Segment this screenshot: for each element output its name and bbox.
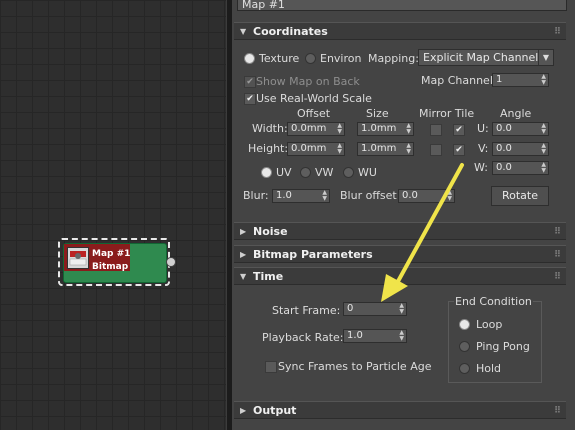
chevron-down-icon: ▼ [538,50,553,65]
start-frame-label: Start Frame: [272,304,341,317]
spinner-arrows-icon: ▲ ▼ [447,189,452,202]
spinner-arrows-icon: ▲ ▼ [541,142,546,155]
spinner-arrows-icon: ▲ ▼ [337,122,342,135]
vw-label: VW [315,166,334,179]
height-size-spinner[interactable]: 1.0mm ▲ ▼ [357,142,414,156]
grip-icon: ⠿ [553,250,561,260]
loop-label: Loop [476,318,503,331]
grip-icon: ⠿ [553,406,561,416]
map-channel-spinner[interactable]: 1 ▲ ▼ [492,73,549,87]
uv-radio[interactable] [261,167,272,178]
expand-triangle-icon: ▶ [240,406,247,415]
playback-rate-spinner[interactable]: 1.0 ▲ ▼ [343,329,407,343]
rollout-coordinates[interactable]: ▼ Coordinates ⠿ [234,22,566,40]
expand-triangle-icon: ▶ [240,250,247,259]
show-map-on-back-label: Show Map on Back [256,75,360,88]
rollout-time[interactable]: ▼ Time ⠿ [234,267,566,285]
mapping-dropdown[interactable]: Explicit Map Channel ▼ [418,49,554,66]
height-label: Height: [248,142,289,155]
sync-frames-checkbox[interactable] [265,361,277,373]
uv-label: UV [276,166,292,179]
node-editor-canvas[interactable] [0,0,226,430]
w-angle-spinner[interactable]: 0.0 ▲ ▼ [492,161,549,175]
use-real-world-scale-checkbox[interactable]: ✔ [244,93,256,105]
blur-offset-spinner[interactable]: 0.0 ▲ ▼ [398,189,455,203]
blur-spinner[interactable]: 1.0 ▲ ▼ [272,189,330,203]
spinner-arrows-icon: ▲ ▼ [541,122,546,135]
spinner-arrows-icon: ▲ ▼ [406,122,411,135]
offset-column-header: Offset [297,107,331,120]
grip-icon: ⠿ [553,272,561,282]
blur-label: Blur: [243,189,269,202]
width-tile-checkbox[interactable]: ✔ [453,124,465,136]
wu-radio[interactable] [343,167,354,178]
height-mirror-checkbox[interactable] [430,144,442,156]
rotate-button[interactable]: Rotate [491,186,549,206]
node-title: Map #1 [92,249,131,259]
bitmap-node-body: Map #1 Bitmap [63,243,167,283]
node-output-socket[interactable] [166,257,176,267]
ping-pong-label: Ping Pong [476,340,530,353]
w-label: W: [474,161,488,174]
height-offset-spinner[interactable]: 0.0mm ▲ ▼ [287,142,345,156]
loop-radio[interactable] [459,319,470,330]
material-name-field[interactable]: Map #1 [237,0,567,11]
spinner-arrows-icon: ▲ ▼ [337,142,342,155]
sync-frames-label: Sync Frames to Particle Age [278,360,432,373]
texture-label: Texture [259,52,300,65]
spinner-arrows-icon: ▲ ▼ [541,73,546,86]
use-real-world-scale-label: Use Real-World Scale [256,92,372,105]
blur-offset-label: Blur offset: [340,189,401,202]
hold-label: Hold [476,362,502,375]
grip-icon: ⠿ [553,27,561,37]
mirror-tile-column-header: Mirror Tile [419,107,475,120]
node-subtitle: Bitmap [92,262,129,272]
angle-column-header: Angle [500,107,532,120]
grip-icon: ⠿ [553,227,561,237]
expand-triangle-icon: ▶ [240,227,247,236]
show-map-on-back-checkbox[interactable]: ✔ [244,76,256,88]
u-angle-spinner[interactable]: 0.0 ▲ ▼ [492,122,549,136]
v-label: V: [478,142,489,155]
rollout-bitmap-parameters[interactable]: ▶ Bitmap Parameters ⠿ [234,245,566,263]
hold-radio[interactable] [459,363,470,374]
width-label: Width: [252,122,288,135]
width-mirror-checkbox[interactable] [430,124,442,136]
bitmap-node[interactable]: Map #1 Bitmap [58,238,176,286]
end-condition-label: End Condition [454,295,533,308]
bitmap-thumbnail-icon [67,247,89,269]
collapse-triangle-icon: ▼ [240,27,247,36]
rollout-noise[interactable]: ▶ Noise ⠿ [234,222,566,240]
mapping-label: Mapping: [368,52,419,65]
width-size-spinner[interactable]: 1.0mm ▲ ▼ [357,122,414,136]
environ-radio[interactable] [305,53,316,64]
spinner-arrows-icon: ▲ ▼ [322,189,327,202]
texture-radio[interactable] [244,53,255,64]
spinner-arrows-icon: ▲ ▼ [541,161,546,174]
spinner-arrows-icon: ▲ ▼ [399,329,404,342]
map-channel-label: Map Channel: [421,74,497,87]
start-frame-spinner[interactable]: 0 ▲ ▼ [343,302,407,316]
vw-radio[interactable] [300,167,311,178]
height-tile-checkbox[interactable]: ✔ [453,144,465,156]
ping-pong-radio[interactable] [459,341,470,352]
playback-rate-label: Playback Rate: [262,331,344,344]
rollout-output[interactable]: ▶ Output ⠿ [234,401,566,419]
environ-label: Environ [320,52,362,65]
width-offset-spinner[interactable]: 0.0mm ▲ ▼ [287,122,345,136]
size-column-header: Size [366,107,389,120]
spinner-arrows-icon: ▲ ▼ [406,142,411,155]
v-angle-spinner[interactable]: 0.0 ▲ ▼ [492,142,549,156]
collapse-triangle-icon: ▼ [240,272,247,281]
u-label: U: [477,122,489,135]
wu-label: WU [358,166,377,179]
spinner-arrows-icon: ▲ ▼ [399,302,404,315]
